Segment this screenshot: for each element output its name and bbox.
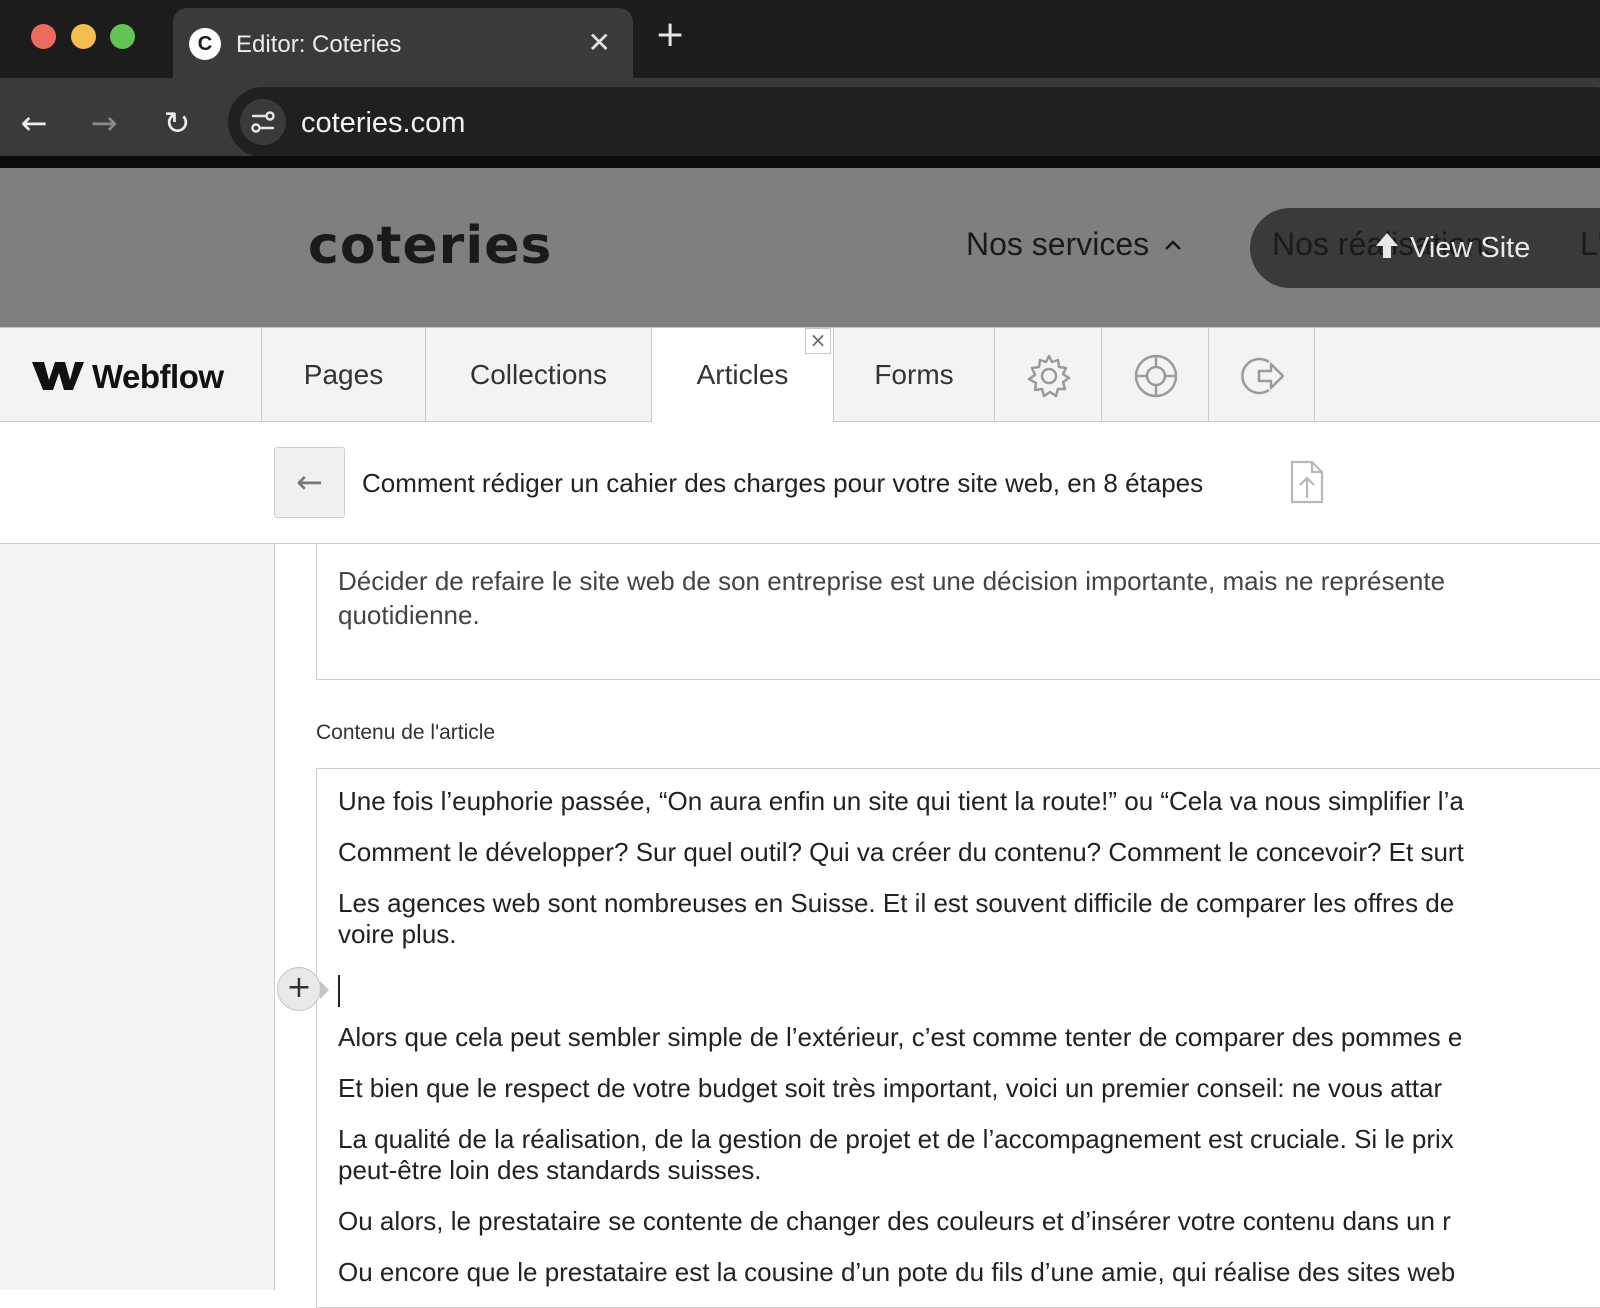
tab-pages[interactable]: Pages	[261, 328, 425, 422]
webflow-editor-bar: Webflow Pages Collections Articles × For…	[0, 327, 1600, 424]
help-button[interactable]	[1101, 328, 1208, 422]
gear-icon	[1027, 354, 1071, 398]
back-arrow-icon: ←	[296, 463, 323, 501]
paragraph[interactable]: La qualité de la réalisation, de la gest…	[338, 1124, 1454, 1155]
reload-icon[interactable]: ↻	[152, 98, 202, 148]
favicon-icon: C	[189, 28, 221, 60]
close-window-button[interactable]	[31, 24, 56, 49]
back-button[interactable]: ←	[274, 447, 345, 518]
settings-button[interactable]	[994, 328, 1101, 422]
browser-tab-bar: C Editor: Coteries ✕ +	[0, 0, 1600, 78]
chrome-divider	[0, 156, 1600, 168]
tab-close-icon[interactable]: ✕	[588, 26, 611, 59]
summary-field[interactable]: Décider de refaire le site web de son en…	[316, 544, 1600, 680]
view-site-label: View Site	[1410, 232, 1531, 264]
view-site-button[interactable]: Nos réalisations View Site L'	[1250, 208, 1600, 288]
summary-line: Décider de refaire le site web de son en…	[338, 566, 1446, 596]
item-header: ← Comment rédiger un cahier des charges …	[0, 422, 1600, 544]
logout-button[interactable]	[1208, 328, 1315, 422]
close-tab-icon[interactable]: ×	[805, 328, 831, 354]
browser-nav-bar: ← → ↻ coteries.com	[0, 78, 1600, 168]
paragraph-continuation[interactable]: peut-être loin des standards suisses.	[338, 1155, 761, 1186]
tab-collections[interactable]: Collections	[425, 328, 651, 422]
paragraph[interactable]: Ou encore que le prestataire est la cous…	[338, 1257, 1455, 1288]
tab-articles-label: Articles	[696, 359, 789, 390]
minimize-window-button[interactable]	[71, 24, 96, 49]
publish-icon[interactable]	[1288, 460, 1324, 504]
left-gutter	[0, 544, 275, 1290]
content-editor[interactable]: Une fois l’euphorie passée, “On aura enf…	[316, 768, 1600, 1308]
maximize-window-button[interactable]	[110, 24, 135, 49]
webflow-logo-text: Webflow	[92, 358, 224, 395]
add-block-button[interactable]: +	[277, 967, 329, 1011]
tab-forms[interactable]: Forms	[833, 328, 994, 422]
site-logo[interactable]: coteries	[308, 216, 552, 276]
paragraph[interactable]: Une fois l’euphorie passée, “On aura enf…	[338, 786, 1464, 817]
new-tab-icon[interactable]: +	[655, 14, 685, 55]
webflow-mark-icon	[32, 362, 84, 390]
content-field-label: Contenu de l'article	[316, 721, 496, 744]
lifebuoy-icon	[1134, 354, 1178, 398]
nav-services[interactable]: Nos services	[966, 226, 1183, 263]
tab-articles[interactable]: Articles ×	[651, 328, 833, 424]
address-bar[interactable]: coteries.com	[228, 87, 1600, 157]
url-text[interactable]: coteries.com	[301, 107, 465, 140]
site-header: coteries Nos services Nos réalisations V…	[0, 168, 1600, 328]
paragraph-continuation[interactable]: voire plus.	[338, 919, 457, 950]
browser-tab[interactable]: C Editor: Coteries ✕	[173, 8, 633, 78]
summary-line: quotidienne.	[338, 600, 480, 630]
item-title: Comment rédiger un cahier des charges po…	[362, 468, 1204, 498]
arrow-up-icon	[1376, 233, 1398, 258]
paragraph[interactable]: Comment le développer? Sur quel outil? Q…	[338, 837, 1464, 868]
text-caret	[338, 975, 340, 1007]
logout-icon	[1241, 357, 1285, 395]
nav-services-label: Nos services	[966, 226, 1150, 262]
tab-title: Editor: Coteries	[236, 31, 402, 58]
paragraph[interactable]: Alors que cela peut sembler simple de l’…	[338, 1022, 1462, 1053]
nav-trailing-partial: L'	[1580, 226, 1600, 262]
paragraph[interactable]: Ou alors, le prestataire se contente de …	[338, 1206, 1451, 1237]
paragraph[interactable]: Et bien que le respect de votre budget s…	[338, 1073, 1442, 1104]
back-arrow-icon[interactable]: ←	[9, 98, 59, 148]
chevron-up-icon	[1163, 235, 1183, 258]
paragraph[interactable]: Les agences web sont nombreuses en Suiss…	[338, 888, 1454, 919]
site-settings-icon[interactable]	[240, 99, 286, 145]
forward-arrow-icon[interactable]: →	[79, 98, 129, 148]
